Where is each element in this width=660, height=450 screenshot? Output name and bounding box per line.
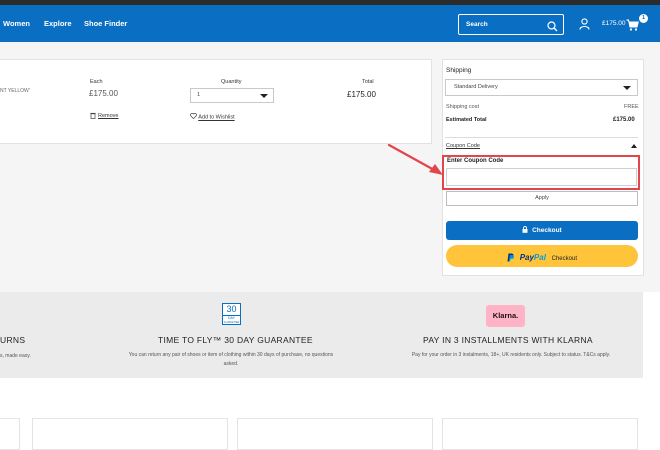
paypal-logo-pal: Pal bbox=[533, 253, 546, 262]
remove-link[interactable]: Remove bbox=[90, 112, 119, 119]
total-column-header: Total bbox=[362, 79, 374, 85]
guarantee-text-line-2: asked. bbox=[223, 361, 239, 367]
shipping-heading: Shipping bbox=[446, 67, 472, 74]
product-card[interactable] bbox=[442, 418, 638, 450]
chevron-down-icon bbox=[623, 86, 631, 90]
wishlist-label: Add to Wishlist bbox=[198, 114, 235, 121]
add-to-wishlist-link[interactable]: Add to Wishlist bbox=[190, 113, 235, 121]
annotation-arrow-icon bbox=[387, 143, 443, 175]
coupon-code-toggle[interactable]: Coupon Code bbox=[446, 143, 480, 149]
paypal-checkout-label: Checkout bbox=[551, 256, 577, 262]
shipping-option-value: Standard Delivery bbox=[454, 84, 498, 90]
returns-title: URNS bbox=[0, 335, 26, 345]
klarna-title: PAY IN 3 INSTALLMENTS WITH KLARNA bbox=[423, 335, 593, 345]
nav-link-explore[interactable]: Explore bbox=[44, 19, 72, 28]
product-card[interactable] bbox=[0, 418, 20, 450]
product-card[interactable] bbox=[32, 418, 228, 450]
chevron-down-icon bbox=[260, 94, 268, 98]
estimated-total-label: Estimated Total bbox=[446, 117, 487, 123]
klarna-text: Pay for your order in 3 instalments, 18+… bbox=[411, 352, 611, 358]
lock-icon bbox=[522, 226, 528, 233]
search-input[interactable] bbox=[459, 15, 545, 34]
item-total: £175.00 bbox=[347, 90, 376, 99]
checkout-label: Checkout bbox=[532, 227, 562, 234]
estimated-total-value: £175.00 bbox=[613, 117, 635, 123]
account-icon[interactable] bbox=[579, 17, 590, 35]
guarantee-text-line-1: You can return any pair of shoes or item… bbox=[128, 352, 334, 358]
top-nav-bar: Women Explore Shoe Finder £175.00 1 bbox=[0, 5, 660, 42]
guarantee-badge-sub: GUARANTEE bbox=[223, 321, 240, 324]
chevron-up-icon[interactable] bbox=[631, 144, 637, 148]
coupon-code-input[interactable] bbox=[446, 168, 637, 186]
cart-icon[interactable] bbox=[626, 18, 639, 36]
nav-link-women[interactable]: Women bbox=[3, 19, 30, 28]
returns-text: s, made easy. bbox=[0, 353, 31, 359]
paypal-logo-pay: Pay bbox=[519, 253, 534, 262]
shipping-cost-label: Shipping cost bbox=[446, 104, 480, 110]
search-box bbox=[458, 14, 564, 35]
each-price: £175.00 bbox=[89, 89, 118, 98]
trash-icon bbox=[90, 112, 96, 119]
nav-link-shoe-finder[interactable]: Shoe Finder bbox=[84, 19, 127, 28]
search-icon[interactable] bbox=[547, 19, 558, 37]
quantity-select[interactable]: 1 bbox=[190, 88, 274, 103]
checkout-button[interactable]: Checkout bbox=[446, 221, 638, 240]
klarna-logo: Klarna. bbox=[486, 305, 525, 327]
quantity-value: 1 bbox=[197, 92, 201, 98]
guarantee-badge-number: 30 bbox=[226, 304, 237, 314]
each-column-header: Each bbox=[90, 79, 103, 85]
product-card[interactable] bbox=[237, 418, 433, 450]
shipping-cost-value: FREE bbox=[624, 104, 639, 110]
cart-total[interactable]: £175.00 bbox=[602, 20, 626, 27]
product-name[interactable]: NT YELLOW' bbox=[0, 88, 30, 94]
paypal-checkout-button[interactable]: PayPal Checkout bbox=[446, 245, 638, 267]
apply-coupon-button[interactable]: Apply bbox=[446, 191, 638, 206]
remove-label: Remove bbox=[98, 113, 119, 119]
heart-icon bbox=[190, 113, 197, 120]
quantity-column-header: Quantity bbox=[221, 79, 242, 85]
guarantee-title: TIME TO FLY™ 30 DAY GUARANTEE bbox=[158, 335, 313, 345]
coupon-field-label: Enter Coupon Code bbox=[447, 158, 504, 164]
shipping-method-select[interactable]: Standard Delivery bbox=[445, 79, 638, 96]
cart-count-badge: 1 bbox=[639, 14, 648, 23]
summary-divider bbox=[445, 137, 638, 138]
paypal-icon bbox=[507, 253, 514, 262]
guarantee-badge: 30 DAY GUARANTEE bbox=[222, 303, 241, 325]
